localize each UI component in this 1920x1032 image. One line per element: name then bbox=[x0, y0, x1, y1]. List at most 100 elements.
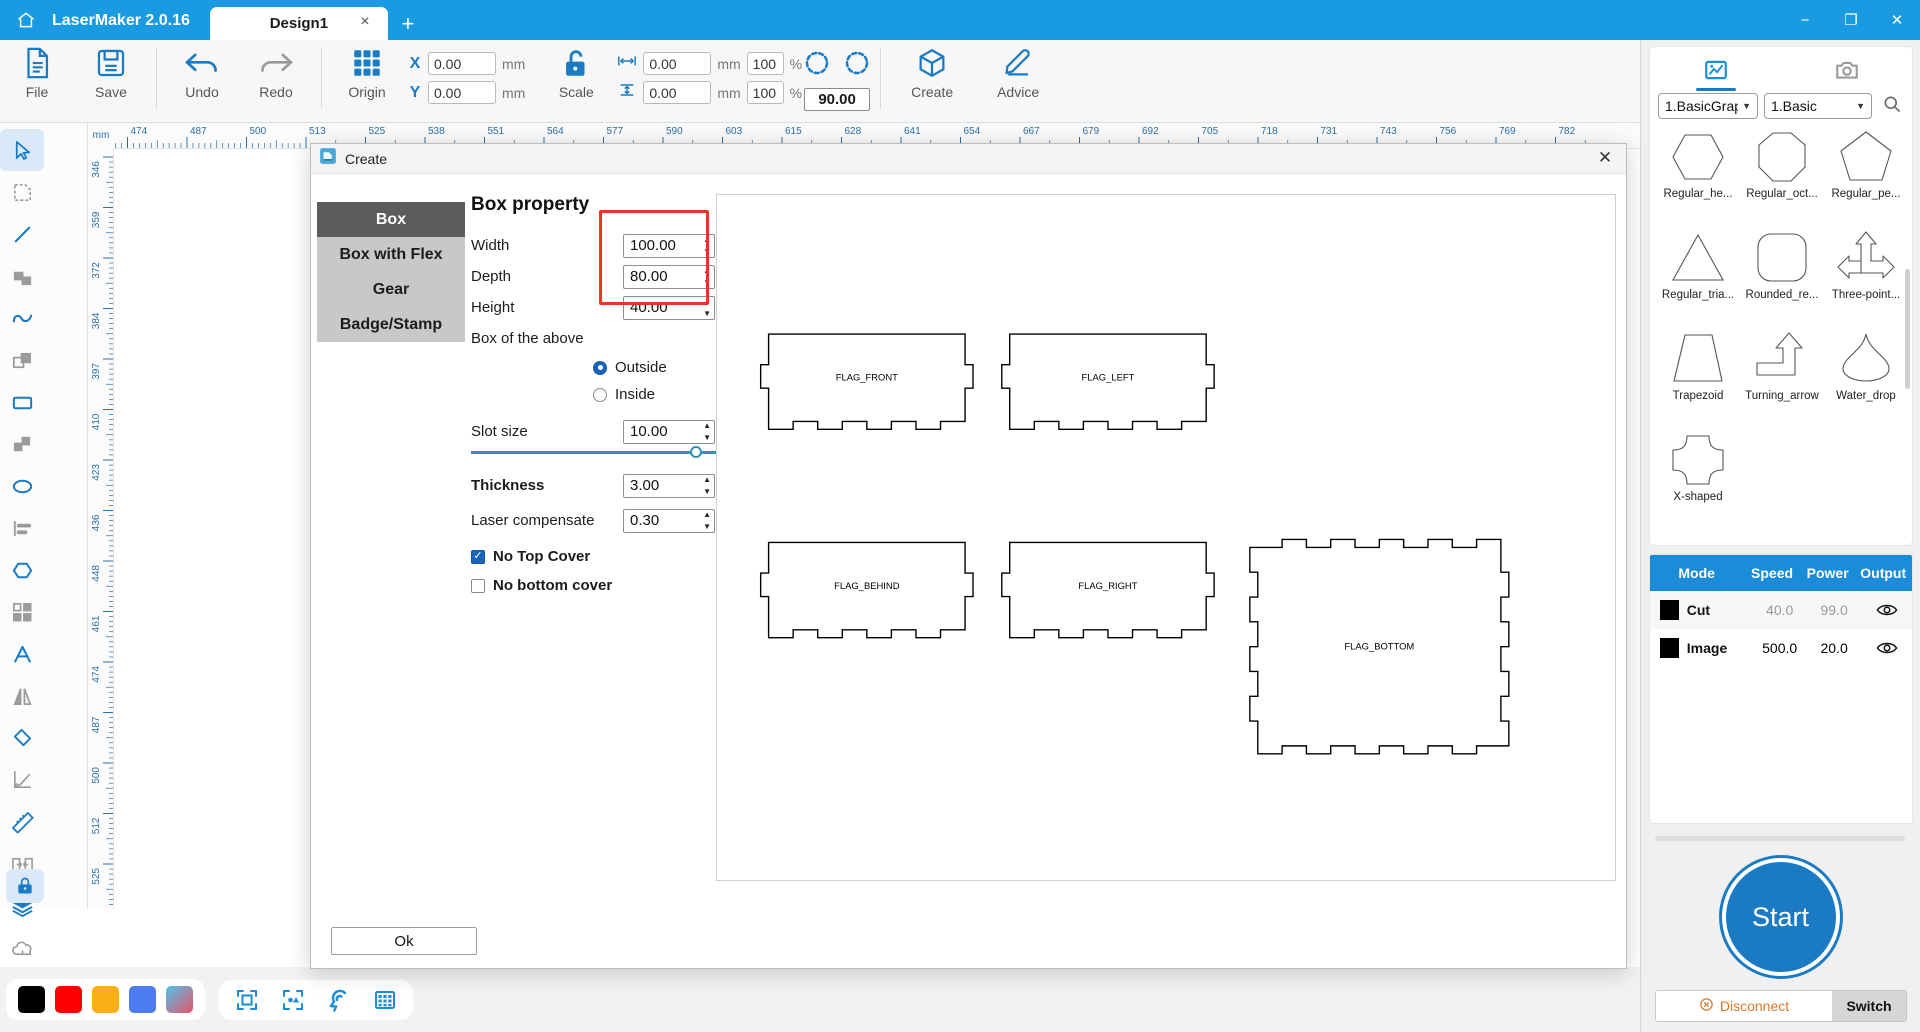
nav-item-box-with-flex[interactable]: Box with Flex bbox=[317, 237, 465, 272]
outside-radio[interactable] bbox=[593, 360, 607, 375]
spin-up-icon[interactable]: ▲ bbox=[703, 235, 711, 244]
nav-item-badge-stamp[interactable]: Badge/Stamp bbox=[317, 307, 465, 342]
color-swatch-red[interactable] bbox=[55, 986, 82, 1013]
create-button[interactable]: Create bbox=[889, 40, 975, 118]
polygon-tool[interactable] bbox=[0, 549, 44, 591]
lock-button[interactable] bbox=[6, 869, 44, 903]
spin-up-icon-4[interactable]: ▲ bbox=[703, 421, 711, 430]
file-button[interactable]: File bbox=[0, 40, 74, 118]
table-row[interactable]: Cut 40.0 99.0 bbox=[1650, 591, 1912, 629]
spin-up-icon-2[interactable]: ▲ bbox=[703, 266, 711, 275]
shape-item-three-point-arrow[interactable]: Three-point... bbox=[1824, 228, 1908, 313]
union-tool[interactable] bbox=[0, 255, 44, 297]
angle-measure-tool[interactable] bbox=[0, 759, 44, 801]
text-tool[interactable] bbox=[0, 633, 44, 675]
switch-button[interactable]: Switch bbox=[1832, 991, 1906, 1021]
redo-button[interactable]: Redo bbox=[239, 40, 313, 118]
shape-item-trapezoid[interactable]: Trapezoid bbox=[1656, 329, 1740, 414]
color-swatch-black[interactable] bbox=[18, 986, 45, 1013]
new-tab-icon[interactable]: + bbox=[388, 7, 428, 40]
document-tab[interactable]: Design1 × bbox=[209, 7, 388, 40]
eye-icon[interactable] bbox=[1861, 602, 1912, 618]
start-button[interactable]: Start bbox=[1721, 858, 1840, 976]
shape-item-turning-arrow[interactable]: Turning_arrow bbox=[1740, 329, 1824, 414]
curve-tool[interactable] bbox=[0, 297, 44, 339]
cloud-tool[interactable] bbox=[0, 927, 44, 969]
slot-size-slider[interactable] bbox=[471, 446, 726, 458]
width-spinner[interactable]: 100.00 ▲ ▼ bbox=[623, 233, 715, 258]
rotate-cw-icon[interactable] bbox=[842, 48, 872, 83]
eye-icon-2[interactable] bbox=[1861, 640, 1912, 656]
maximize-icon[interactable]: ❐ bbox=[1828, 0, 1874, 40]
inside-radio-row[interactable]: Inside bbox=[593, 381, 731, 408]
spin-down-icon-4[interactable]: ▼ bbox=[703, 433, 711, 442]
close-tab-icon[interactable]: × bbox=[356, 13, 374, 31]
width-percent-input[interactable] bbox=[746, 52, 784, 75]
select-tool[interactable] bbox=[0, 129, 44, 171]
ok-button[interactable]: Ok bbox=[331, 927, 477, 955]
height-percent-input[interactable] bbox=[746, 81, 784, 104]
shape-item-hexagon[interactable]: Regular_he... bbox=[1656, 127, 1740, 212]
layer-color-swatch[interactable] bbox=[1660, 600, 1679, 620]
color-swatch-blue[interactable] bbox=[129, 986, 156, 1013]
category-select[interactable]: 1.BasicGrap ▼ bbox=[1658, 93, 1758, 119]
line-tool[interactable] bbox=[0, 213, 44, 255]
shape-grid-scrollbar[interactable] bbox=[1905, 269, 1910, 389]
align-tool[interactable] bbox=[0, 507, 44, 549]
subtract-tool[interactable] bbox=[0, 339, 44, 381]
table-row[interactable]: Image 500.0 20.0 bbox=[1650, 629, 1912, 667]
intersect-tool[interactable] bbox=[0, 423, 44, 465]
scale-button[interactable]: Scale bbox=[539, 40, 613, 118]
undo-button[interactable]: Undo bbox=[165, 40, 239, 118]
spin-up-icon-3[interactable]: ▲ bbox=[703, 297, 711, 306]
home-icon[interactable] bbox=[0, 0, 52, 40]
thickness-spinner[interactable]: 3.00 ▲ ▼ bbox=[623, 473, 715, 498]
search-icon[interactable] bbox=[1882, 94, 1902, 119]
shape-item-rounded-rect[interactable]: Rounded_re... bbox=[1740, 228, 1824, 313]
no-top-cover-row[interactable]: No Top Cover bbox=[471, 542, 731, 571]
close-window-icon[interactable]: ✕ bbox=[1874, 0, 1920, 40]
color-swatch-orange[interactable] bbox=[92, 986, 119, 1013]
node-edit-tool[interactable] bbox=[0, 171, 44, 213]
dialog-close-icon[interactable]: ✕ bbox=[1592, 147, 1618, 171]
eraser-tool[interactable] bbox=[0, 717, 44, 759]
slot-size-spinner[interactable]: 10.00 ▲ ▼ bbox=[623, 419, 715, 444]
spin-up-icon-6[interactable]: ▲ bbox=[703, 510, 711, 519]
color-swatch-gradient[interactable] bbox=[166, 986, 193, 1013]
thickness-arrows[interactable]: ▲ ▼ bbox=[703, 475, 711, 496]
slot-size-slider-knob[interactable] bbox=[690, 446, 702, 458]
laser-compensate-spinner[interactable]: 0.30 ▲ ▼ bbox=[623, 508, 715, 533]
library-tab[interactable] bbox=[1650, 47, 1781, 93]
spin-down-icon-3[interactable]: ▼ bbox=[703, 309, 711, 318]
shape-item-triangle[interactable]: Regular_tria... bbox=[1656, 228, 1740, 313]
no-top-cover-checkbox[interactable] bbox=[471, 549, 485, 564]
layer-color-swatch-2[interactable] bbox=[1660, 638, 1679, 658]
height-spinner-arrows[interactable]: ▲ ▼ bbox=[703, 297, 711, 318]
ellipse-tool[interactable] bbox=[0, 465, 44, 507]
spin-down-icon-2[interactable]: ▼ bbox=[703, 278, 711, 287]
shape-item-octagon[interactable]: Regular_oct... bbox=[1740, 127, 1824, 212]
disconnect-button[interactable]: Disconnect bbox=[1656, 991, 1832, 1021]
rectangle-tool[interactable] bbox=[0, 381, 44, 423]
nav-item-gear[interactable]: Gear bbox=[317, 272, 465, 307]
x-input[interactable] bbox=[428, 52, 496, 75]
origin-button[interactable]: Origin bbox=[330, 40, 404, 118]
laser-compensate-arrows[interactable]: ▲ ▼ bbox=[703, 510, 711, 531]
spin-down-icon-6[interactable]: ▼ bbox=[703, 522, 711, 531]
spin-down-icon-5[interactable]: ▼ bbox=[703, 487, 711, 496]
shape-item-water-drop[interactable]: Water_drop bbox=[1824, 329, 1908, 414]
no-bottom-cover-checkbox[interactable] bbox=[471, 578, 485, 593]
mirror-tool[interactable] bbox=[0, 675, 44, 717]
object-select-icon[interactable] bbox=[279, 986, 307, 1014]
minimize-icon[interactable]: − bbox=[1782, 0, 1828, 40]
rotate-ccw-icon[interactable] bbox=[802, 48, 832, 83]
height-spinner[interactable]: 40.00 ▲ ▼ bbox=[623, 295, 715, 320]
spin-down-icon[interactable]: ▼ bbox=[703, 247, 711, 256]
ruler-tool[interactable] bbox=[0, 801, 44, 843]
group-tool[interactable] bbox=[0, 591, 44, 633]
vertical-ruler[interactable]: 346 359 372 384 397 410 423 436 448 461 474 487 500 5… bbox=[88, 149, 114, 909]
height-input[interactable] bbox=[643, 81, 712, 104]
grid-icon[interactable] bbox=[371, 986, 399, 1014]
width-input[interactable] bbox=[643, 52, 712, 75]
shape-item-pentagon[interactable]: Regular_pe... bbox=[1824, 127, 1908, 212]
